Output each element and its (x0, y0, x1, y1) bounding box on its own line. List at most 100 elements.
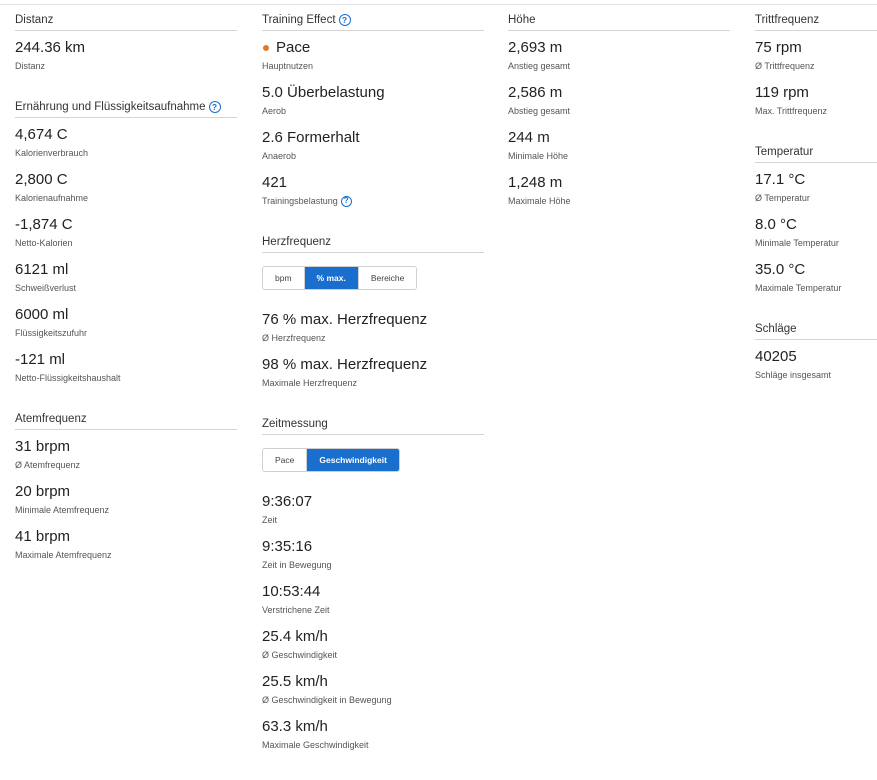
stat-label: Schweißverlust (15, 283, 77, 293)
stat-label: Ø Herzfrequenz (262, 333, 326, 343)
stat-label: Verstrichene Zeit (262, 605, 330, 615)
stat-label: Minimale Temperatur (755, 238, 839, 248)
section-title-timing: Zeitmessung (262, 418, 484, 435)
stat-value: 8.0 °C (755, 216, 797, 233)
stat-max-speed: 63.3 km/h Maximale Geschwindigkeit (262, 718, 484, 763)
stat-label: Schläge insgesamt (755, 370, 832, 380)
stat-value: 2,586 m (508, 84, 563, 101)
stat-label: Maximale Geschwindigkeit (262, 740, 369, 750)
stat-value: Pace (262, 39, 484, 57)
stat-calories-burned: 4,674 C Kalorienverbrauch (15, 126, 237, 171)
section-elevation: Höhe 2,693 m Anstieg gesamt 2,586 m Abst… (508, 14, 730, 219)
stat-time: 9:36:07 Zeit (262, 493, 484, 538)
stat-value: 63.3 km/h (262, 718, 328, 735)
timing-toggle: Pace Geschwindigkeit (262, 448, 400, 472)
stat-label-text: Trainingsbelastung (262, 196, 338, 206)
stat-label: Anstieg gesamt (508, 61, 571, 71)
stat-label: Maximale Temperatur (755, 283, 842, 293)
stat-avg-heart-rate: 76 % max. Herzfrequenz Ø Herzfrequenz (262, 311, 484, 356)
section-cadence: Trittfrequenz 75 rpm Ø Trittfrequenz 119… (755, 14, 877, 129)
pace-dot-icon (263, 45, 269, 51)
column-4: Trittfrequenz 75 rpm Ø Trittfrequenz 119… (755, 14, 877, 410)
section-title-temperature: Temperatur (755, 146, 877, 163)
stat-label: Distanz (15, 61, 46, 71)
stat-value: 25.5 km/h (262, 673, 328, 690)
stat-sweat-loss: 6121 ml Schweißverlust (15, 261, 237, 306)
stat-label: Maximale Atemfrequenz (15, 550, 112, 560)
stat-net-calories: -1,874 C Netto-Kalorien (15, 216, 237, 261)
stat-value: 41 brpm (15, 528, 71, 545)
stat-value: 9:35:16 (262, 538, 313, 555)
column-2: Training Effect ? Pace Hauptnutzen 5.0 Ü… (262, 14, 484, 780)
stat-value: 9:36:07 (262, 493, 313, 510)
section-title-heart-rate: Herzfrequenz (262, 236, 484, 253)
section-title-text: Training Effect (262, 14, 336, 26)
column-3: Höhe 2,693 m Anstieg gesamt 2,586 m Abst… (508, 14, 730, 236)
stat-value: 25.4 km/h (262, 628, 328, 645)
stat-moving-time: 9:35:16 Zeit in Bewegung (262, 538, 484, 583)
stat-value: 244.36 km (15, 39, 86, 56)
toggle-zones[interactable]: Bereiche (358, 267, 417, 289)
stat-value: -1,874 C (15, 216, 73, 233)
stat-max-heart-rate: 98 % max. Herzfrequenz Maximale Herzfreq… (262, 356, 484, 401)
stat-label: Netto-Flüssigkeitshaushalt (15, 373, 121, 383)
stat-label: Kalorienaufnahme (15, 193, 89, 203)
toggle-pace[interactable]: Pace (263, 449, 308, 471)
stat-max-elevation: 1,248 m Maximale Höhe (508, 174, 730, 219)
stat-value: 2.6 Formerhalt (262, 129, 360, 146)
stat-value: 40205 (755, 348, 797, 365)
stat-aerobic: 5.0 Überbelastung Aerob (262, 84, 484, 129)
stat-value: 5.0 Überbelastung (262, 84, 385, 101)
stat-avg-cadence: 75 rpm Ø Trittfrequenz (755, 39, 877, 84)
stat-label: Trainingsbelastung ? (262, 195, 484, 207)
stat-label: Anaerob (262, 151, 297, 161)
help-icon[interactable]: ? (338, 14, 351, 26)
stat-label: Ø Trittfrequenz (755, 61, 815, 71)
section-training-effect: Training Effect ? Pace Hauptnutzen 5.0 Ü… (262, 14, 484, 219)
stat-training-load: 421 Trainingsbelastung ? (262, 174, 484, 219)
stat-distance: 244.36 km Distanz (15, 39, 237, 84)
toggle-bpm[interactable]: bpm (263, 267, 305, 289)
stat-label: Flüssigkeitszufuhr (15, 328, 88, 338)
stat-max-temperature: 35.0 °C Maximale Temperatur (755, 261, 877, 306)
section-title-strokes: Schläge (755, 323, 877, 340)
stat-label: Kalorienverbrauch (15, 148, 89, 158)
toggle-percent-max[interactable]: % max. (304, 267, 359, 289)
stat-min-elevation: 244 m Minimale Höhe (508, 129, 730, 174)
stat-label: Zeit (262, 515, 278, 525)
stat-value: 6121 ml (15, 261, 69, 278)
section-strokes: Schläge 40205 Schläge insgesamt (755, 323, 877, 393)
stat-label: Ø Atemfrequenz (15, 460, 81, 470)
stat-label: Hauptnutzen (262, 61, 314, 71)
stat-anaerobic: 2.6 Formerhalt Anaerob (262, 129, 484, 174)
stat-value: 2,800 C (15, 171, 68, 188)
stat-avg-temperature: 17.1 °C Ø Temperatur (755, 171, 877, 216)
section-timing: Zeitmessung Pace Geschwindigkeit 9:36:07… (262, 418, 484, 763)
stat-label: Abstieg gesamt (508, 106, 571, 116)
toggle-speed[interactable]: Geschwindigkeit (307, 449, 399, 471)
stat-value: 20 brpm (15, 483, 71, 500)
stat-min-respiration: 20 brpm Minimale Atemfrequenz (15, 483, 237, 528)
stat-label: Ø Geschwindigkeit in Bewegung (262, 695, 392, 705)
stat-label: Netto-Kalorien (15, 238, 73, 248)
stat-max-cadence: 119 rpm Max. Trittfrequenz (755, 84, 877, 129)
section-title-text: Ernährung und Flüssigkeitsaufnahme (15, 101, 206, 113)
stat-net-fluid: -121 ml Netto-Flüssigkeitshaushalt (15, 351, 237, 396)
stat-value: 119 rpm (755, 84, 809, 101)
stat-value: 17.1 °C (755, 171, 806, 188)
stat-label: Maximale Höhe (508, 196, 571, 206)
stat-value: 4,674 C (15, 126, 68, 143)
stat-label: Zeit in Bewegung (262, 560, 332, 570)
stat-label: Aerob (262, 106, 287, 116)
stat-value: 31 brpm (15, 438, 71, 455)
stat-value: 244 m (508, 129, 550, 146)
section-title-nutrition: Ernährung und Flüssigkeitsaufnahme ? (15, 101, 237, 118)
stat-value-text: Pace (276, 39, 311, 56)
stat-avg-moving-speed: 25.5 km/h Ø Geschwindigkeit in Bewegung (262, 673, 484, 718)
section-title-cadence: Trittfrequenz (755, 14, 877, 31)
help-icon[interactable]: ? (340, 195, 352, 207)
help-icon[interactable]: ? (208, 101, 221, 113)
stat-total-strokes: 40205 Schläge insgesamt (755, 348, 877, 393)
stat-label: Maximale Herzfrequenz (262, 378, 358, 388)
stat-value: 10:53:44 (262, 583, 321, 600)
